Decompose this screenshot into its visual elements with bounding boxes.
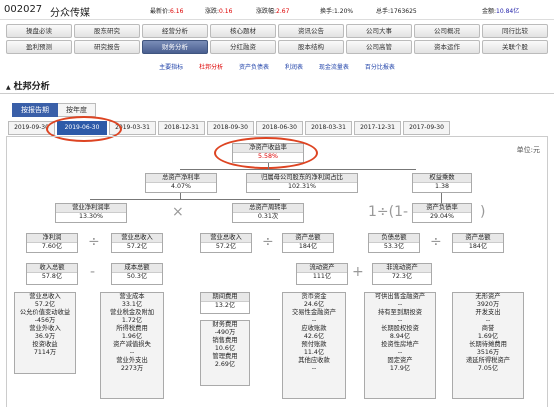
nav-item[interactable]: 盈利预测 — [6, 40, 72, 54]
connector — [90, 199, 280, 200]
nav-item[interactable]: 核心题材 — [210, 24, 276, 38]
sub-link-active[interactable]: 杜邦分析 — [199, 64, 223, 71]
nav-row-1: 操盘必读 股东研究 经营分析 核心题材 资讯公告 公司大事 公司概况 同行比较 — [6, 24, 548, 38]
date-tab[interactable]: 2018-03-31 — [305, 121, 352, 135]
price: 最新价:6.16 — [150, 8, 184, 15]
income-detail: 营业总收入 57.2亿 公允价值变动收益 -456万 营业外收入 36.9万 投资收益… — [14, 292, 76, 374]
sub-link[interactable]: 主要指标 — [159, 64, 183, 71]
roa-box: 总资产净利率 4.07% — [145, 173, 217, 193]
date-tab[interactable]: 2018-12-31 — [158, 121, 205, 135]
date-tab[interactable]: 2017-09-30 — [403, 121, 450, 135]
divide-operator-2: ÷ — [262, 234, 274, 250]
section-title: ▲ 杜邦分析 — [0, 80, 554, 94]
noncurrent-detail-2: 无形资产 3920万 开发支出 -- 商誉 1.69亿 长期待摊费用 3516万 递延所… — [452, 292, 524, 399]
parent-ratio-box: 归属母公司股东的净利润占比 102.31% — [246, 173, 358, 193]
nav-item[interactable]: 公司大事 — [346, 24, 412, 38]
noncurrent-assets-box: 非流动资产 72.3亿 — [372, 263, 432, 285]
total-assets-box-2: 资产总额 184亿 — [452, 233, 504, 253]
triangle-icon: ▲ — [6, 84, 11, 91]
total-liabilities-box: 负债总额 53.3亿 — [368, 233, 420, 253]
expense-detail: 财务费用 -490万 销售费用 10.6亿 管理费用 2.69亿 — [200, 320, 250, 386]
unit-label: 单位:元 — [516, 146, 540, 154]
nav-item[interactable]: 分红融资 — [210, 40, 276, 54]
tab-by-year[interactable]: 按年度 — [58, 103, 96, 117]
total-income-box: 收入总额 57.8亿 — [26, 263, 78, 285]
date-tab[interactable]: 2018-09-30 — [207, 121, 254, 135]
connector — [180, 169, 416, 170]
report-tabs: 按报告期 按年度 — [12, 103, 96, 117]
amount: 金额:10.84亿 — [482, 8, 520, 15]
nav-item[interactable]: 关联个股 — [482, 40, 548, 54]
net-profit-box: 净利润 7.60亿 — [26, 233, 78, 253]
quote-header: 002027 分众传媒 最新价:6.16 涨跌:0.16 涨跌幅:2.67 换手… — [0, 0, 554, 20]
sub-link[interactable]: 现金流量表 — [319, 64, 349, 71]
times-operator: × — [172, 204, 184, 220]
nav-item[interactable]: 研究报告 — [74, 40, 140, 54]
noncurrent-detail-1: 可供出售金融资产 -- 持有至到期投资 -- 长期股权投资 8.94亿 投资性房地产 -… — [364, 292, 436, 399]
debt-ratio-box: 资产负债率 29.04% — [412, 203, 472, 223]
reciprocal-operator: 1÷(1- — [368, 204, 409, 220]
tab-by-period[interactable]: 按报告期 — [12, 103, 58, 117]
turnover: 换手:1.20% — [320, 8, 354, 15]
current-assets-detail: 货币资金 24.6亿 交易性金融资产 -- 应收账款 42.6亿 预付账款 11.4亿 … — [282, 292, 346, 399]
divide-operator-3: ÷ — [430, 234, 442, 250]
current-assets-box: 流动资产 111亿 — [296, 263, 348, 285]
nav-item[interactable]: 股本结构 — [278, 40, 344, 54]
roe-highlight-circle — [214, 137, 318, 169]
date-tab[interactable]: 2017-12-31 — [354, 121, 401, 135]
nav-item[interactable]: 经营分析 — [142, 24, 208, 38]
nav-item[interactable]: 资讯公告 — [278, 24, 344, 38]
nav-item[interactable]: 操盘必读 — [6, 24, 72, 38]
nav-item[interactable]: 资本运作 — [414, 40, 480, 54]
date-tab[interactable]: 2018-06-30 — [256, 121, 303, 135]
sub-nav: 主要指标 杜邦分析 资产负债表 利润表 现金流量表 百分比报表 — [0, 62, 554, 74]
asset-turnover-box: 总资产周转率 0.31次 — [232, 203, 304, 223]
revenue-box: 营业总收入 57.2亿 — [111, 233, 163, 253]
total-cost-box: 成本总额 50.3亿 — [111, 263, 163, 285]
total-assets-box: 资产总额 184亿 — [282, 233, 334, 253]
nav-row-2: 盈利预测 研究报告 财务分析 分红融资 股本结构 公司高管 资本运作 关联个股 — [6, 40, 548, 54]
volume: 总手:1763625 — [376, 8, 417, 15]
plus-operator: + — [352, 264, 364, 280]
divide-operator: ÷ — [88, 234, 100, 250]
nav-item[interactable]: 同行比较 — [482, 24, 548, 38]
nav-item[interactable]: 公司概况 — [414, 24, 480, 38]
stock-name: 分众传媒 — [50, 8, 90, 19]
cost-detail: 营业成本 33.1亿 营业税金及附加 1.72亿 所得税费用 1.96亿 资产减值损失… — [100, 292, 164, 399]
sub-link[interactable]: 资产负债表 — [239, 64, 269, 71]
connector — [441, 193, 442, 203]
sub-link[interactable]: 利润表 — [285, 64, 303, 71]
net-margin-box: 营业净利润率 13.30% — [55, 203, 127, 223]
stock-code: 002027 — [4, 4, 43, 15]
close-paren: ) — [480, 204, 486, 220]
nav-item[interactable]: 股东研究 — [74, 24, 140, 38]
change-pct: 涨跌幅:2.67 — [256, 8, 290, 15]
nav-item-active[interactable]: 财务分析 — [142, 40, 208, 54]
nav-item[interactable]: 公司高管 — [346, 40, 412, 54]
minus-operator: - — [90, 264, 96, 280]
sub-link[interactable]: 百分比报表 — [365, 64, 395, 71]
equity-multiplier-box: 权益乘数 1.38 — [412, 173, 472, 193]
period-expense-box: 期间费用 13.2亿 — [200, 292, 250, 314]
change: 涨跌:0.16 — [205, 8, 233, 15]
revenue-box-2: 营业总收入 57.2亿 — [200, 233, 252, 253]
